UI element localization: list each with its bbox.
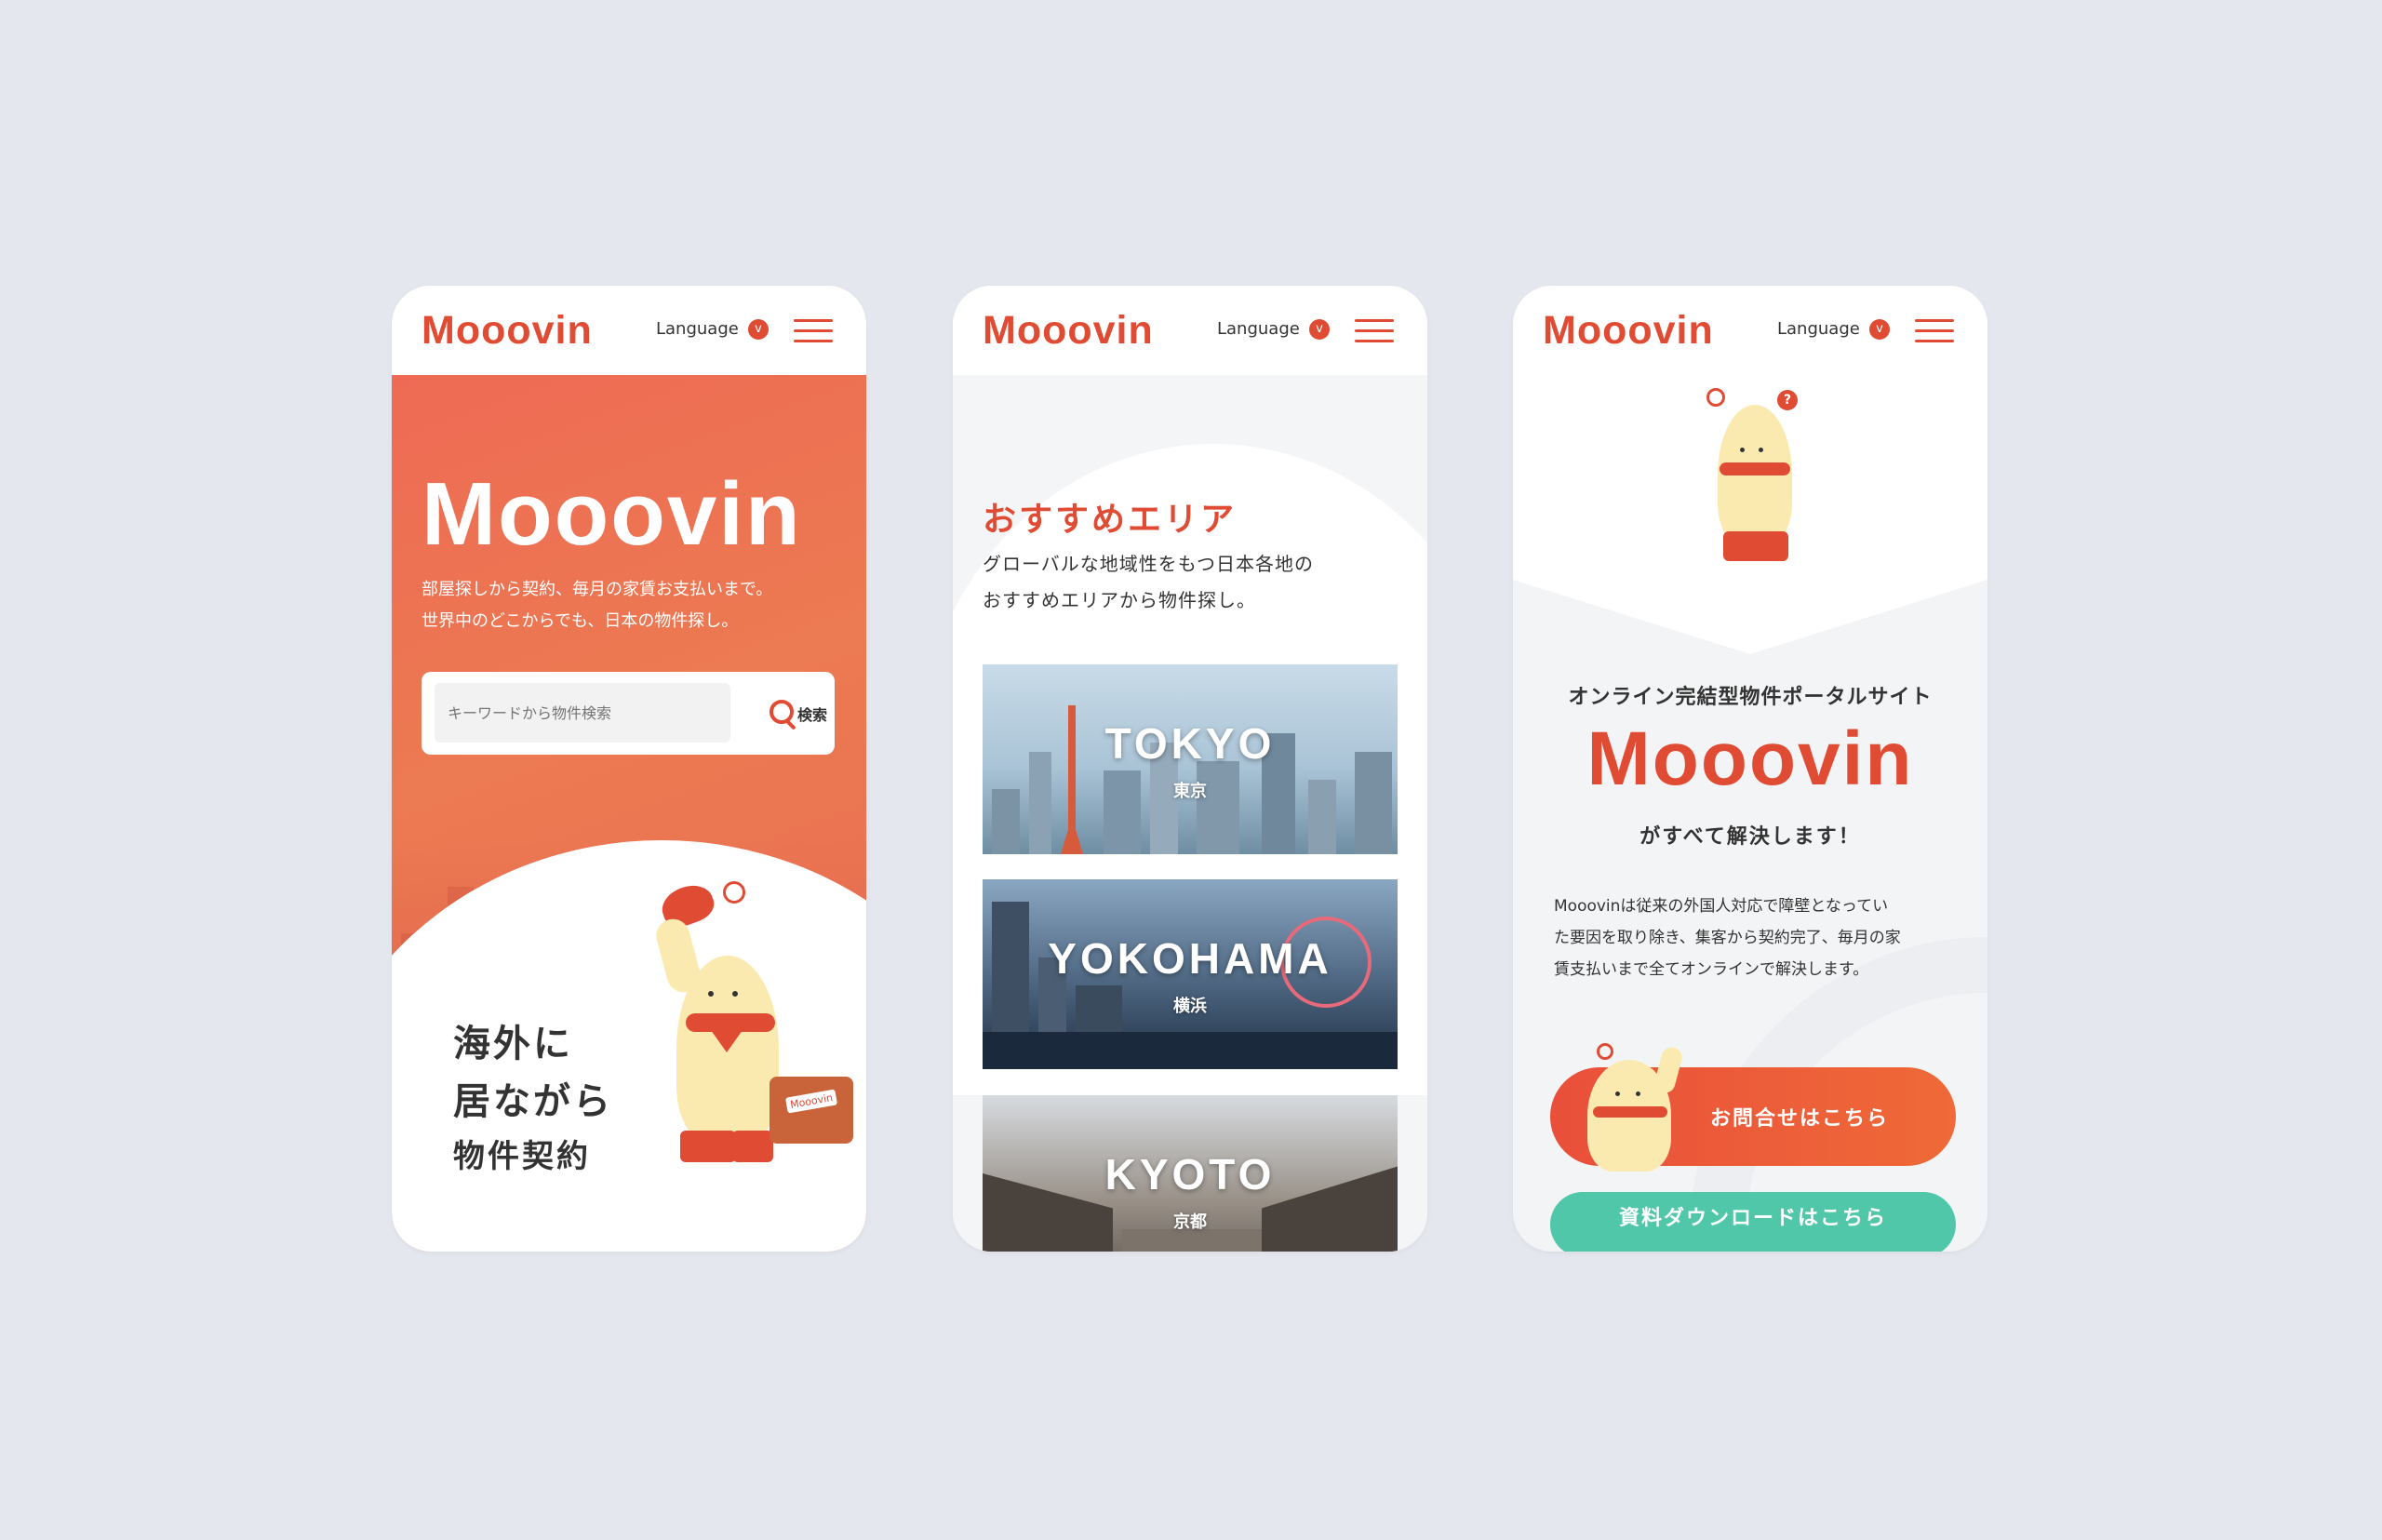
section-description-line: おすすめエリアから物件探し。 <box>983 589 1256 611</box>
site-header: Mooovin Language v <box>392 286 866 375</box>
mascot-illustration: Mooovin <box>643 878 857 1179</box>
language-selector-label[interactable]: Language <box>1217 319 1300 339</box>
about-description-line: 賃支払いまで全てオンラインで解決します。 <box>1554 960 1869 979</box>
question-bubble-icon: ? <box>1777 390 1798 410</box>
suitcase-tag: Mooovin <box>784 1089 838 1114</box>
area-name-en: YOKOHAMA <box>1048 934 1332 983</box>
sparkle-icon <box>723 881 745 904</box>
hamburger-menu-icon[interactable] <box>794 319 833 343</box>
language-selector-label[interactable]: Language <box>656 319 739 339</box>
hamburger-menu-icon[interactable] <box>1355 319 1394 343</box>
site-header: Mooovin Language v <box>953 286 1427 375</box>
brand-logo[interactable]: Mooovin <box>983 308 1154 354</box>
catch-line: 物件契約 <box>453 1138 591 1175</box>
hero-title: Mooovin <box>422 464 802 564</box>
area-name-jp: 東京 <box>1173 782 1207 801</box>
area-name-en: KYOTO <box>1104 1150 1276 1199</box>
area-card-kyoto[interactable]: KYOTO 京都 <box>983 1095 1398 1252</box>
hero-subtitle-line: 部屋探しから契約、毎月の家賃お支払いまで。 <box>422 580 773 599</box>
sparkle-icon <box>1706 388 1725 407</box>
mascot-thinking-illustration: ? <box>1699 386 1811 572</box>
portal-subtitle: オンライン完結型物件ポータルサイト <box>1568 686 1933 709</box>
area-card-tokyo[interactable]: TOKYO 東京 <box>983 664 1398 854</box>
about-description: Mooovinは従来の外国人対応で障壁となってい た要因を取り除き、集客から契約… <box>1554 891 1954 985</box>
about-description-line: Mooovinは従来の外国人対応で障壁となってい <box>1554 897 1889 916</box>
download-button[interactable]: 資料ダウンロードはこちら <box>1550 1192 1956 1252</box>
search-box: 検索 <box>422 672 835 755</box>
search-button[interactable]: 検索 <box>797 703 827 725</box>
search-icon[interactable] <box>769 700 794 724</box>
area-name-jp: 横浜 <box>1173 997 1207 1016</box>
section-title: おすすめエリア <box>983 501 1238 539</box>
mascot-waving-illustration <box>1569 1041 1685 1172</box>
brand-logo[interactable]: Mooovin <box>1543 308 1714 354</box>
hamburger-menu-icon[interactable] <box>1915 319 1954 343</box>
section-description: グローバルな地域性をもつ日本各地の おすすめエリアから物件探し。 <box>983 546 1392 619</box>
catch-line: 海外に <box>453 1023 573 1065</box>
portal-logo: Mooovin <box>1586 716 1914 801</box>
catch-copy: 海外に 居ながら 物件契約 <box>453 1015 613 1183</box>
suitcase-icon: Mooovin <box>769 1077 853 1144</box>
brand-logo[interactable]: Mooovin <box>422 308 593 354</box>
site-header: Mooovin Language v <box>1513 286 1987 375</box>
language-selector-label[interactable]: Language <box>1777 319 1860 339</box>
chevron-down-icon[interactable]: v <box>748 319 769 340</box>
catch-line: 居ながら <box>453 1080 613 1123</box>
solve-tagline: がすべて解決します！ <box>1639 825 1861 849</box>
phone-screen-about: Mooovin Language v ? オンライン完結型物件ポータルサイト M… <box>1513 286 1987 1252</box>
phone-screen-areas: Mooovin Language v おすすめエリア グローバルな地域性をもつ日… <box>953 286 1427 1252</box>
chevron-down-icon[interactable]: v <box>1309 319 1330 340</box>
hero-subtitle-line: 世界中のどこからでも、日本の物件探し。 <box>422 611 739 631</box>
hero-subtitle: 部屋探しから契約、毎月の家賃お支払いまで。 世界中のどこからでも、日本の物件探し… <box>422 574 840 637</box>
sparkle-icon <box>1597 1043 1613 1060</box>
area-card-yokohama[interactable]: YOKOHAMA 横浜 <box>983 879 1398 1069</box>
phone-screen-home: Mooovin Language v Mooovin 部屋探しから契約、毎月の家… <box>392 286 866 1252</box>
chevron-down-icon[interactable]: v <box>1869 319 1890 340</box>
search-input[interactable] <box>435 683 730 743</box>
section-description-line: グローバルな地域性をもつ日本各地の <box>983 553 1314 575</box>
area-name-jp: 京都 <box>1173 1212 1207 1232</box>
area-name-en: TOKYO <box>1104 719 1276 768</box>
about-description-line: た要因を取り除き、集客から契約完了、毎月の家 <box>1554 929 1901 947</box>
